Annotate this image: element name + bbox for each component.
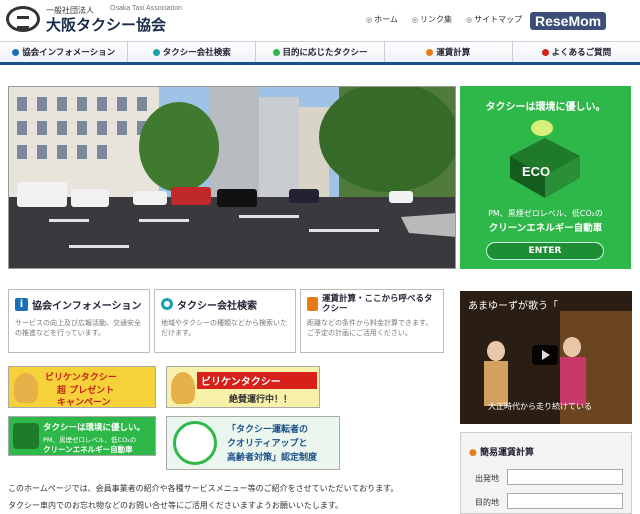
banner1-line3: キャンペーン: [57, 395, 111, 408]
nav-item-faq[interactable]: よくあるご質問: [513, 42, 640, 62]
top-links: ホーム リンク集 サイトマップ: [366, 14, 522, 25]
banner-biliken-campaign[interactable]: ビリケンタクシー 超 プレゼント キャンペーン: [8, 366, 156, 408]
card-company-search[interactable]: タクシー会社検索 地域やタクシーの種類などから検索いただけます。: [154, 289, 296, 353]
intro-line1: このホームページでは、会員事業者の紹介や各種サービスメニュー等のご紹介をさせてい…: [8, 480, 448, 497]
to-input[interactable]: [507, 493, 623, 509]
banner3-line3: クリーンエネルギー自動車: [43, 444, 133, 455]
org-name-english: Osaka Taxi Association: [110, 5, 182, 12]
video-player[interactable]: あまゆーずが歌う「 大正時代から走り続けている: [460, 291, 632, 424]
banner-quality-certification[interactable]: 「タクシー運転者の クオリティアップと 高齢者対策」認定制度: [166, 416, 340, 470]
nav-item-fare-calc[interactable]: 運賃計算: [385, 42, 513, 62]
eco-enter-button[interactable]: ENTER: [486, 242, 604, 260]
eco-line1: PM、黒煙ゼロレベル、低CO₂の: [460, 208, 631, 219]
card-fare-title: 運賃計算・ここから呼べるタクシー: [322, 294, 437, 314]
hero-street-photo: [8, 86, 456, 269]
banner4-line1: 「タクシー運転者の: [227, 422, 308, 435]
global-nav: 協会インフォメーション タクシー会社検索 目的に応じたタクシー 運賃計算 よくあ…: [0, 41, 640, 65]
certification-seal-icon: [173, 421, 217, 465]
watermark-logo: ReseMom: [530, 12, 606, 30]
bullet-icon: [12, 49, 19, 56]
from-label: 出発地: [475, 473, 499, 484]
quick-fare-calculator: ● 簡易運賃計算 出発地 目的地: [460, 432, 632, 514]
banner4-line3: 高齢者対策」認定制度: [227, 450, 317, 463]
intro-text: このホームページでは、会員事業者の紹介や各種サービスメニュー等のご紹介をさせてい…: [8, 480, 448, 514]
banner1-line1: ビリケンタクシー: [45, 370, 117, 383]
fare-title: ● 簡易運賃計算: [469, 445, 534, 458]
banner-eco-small[interactable]: タクシーは環境に優しい。 PM、黒煙ゼロレベル、低CO₂の クリーンエネルギー自…: [8, 416, 156, 456]
eco-leaf-icon: [13, 423, 39, 449]
banner-biliken-running[interactable]: ビリケンタクシー 絶賛運行中！！: [166, 366, 320, 408]
from-input[interactable]: [507, 469, 623, 485]
eco-title: タクシーは環境に優しい。: [460, 98, 631, 113]
nav-item-info[interactable]: 協会インフォメーション: [0, 42, 128, 62]
top-link-links[interactable]: リンク集: [412, 14, 452, 25]
top-link-sitemap[interactable]: サイトマップ: [466, 14, 522, 25]
eco-line2: クリーンエネルギー自動車: [460, 220, 631, 234]
banner3-line2: PM、黒煙ゼロレベル、低CO₂の: [43, 434, 136, 444]
banner2-line1: ビリケンタクシー: [197, 372, 317, 389]
info-icon: i: [15, 298, 28, 311]
bullet-icon: [273, 49, 280, 56]
magnifier-icon: [161, 298, 173, 310]
eco-badge-text: ECO: [522, 164, 550, 179]
card-info[interactable]: i 協会インフォメーション サービスの向上及び広報活動、交通安全の推進などを行って…: [8, 289, 150, 353]
banner2-line2: 絶賛運行中！！: [229, 392, 292, 405]
biliken-icon: [14, 373, 38, 403]
calculator-icon: [307, 297, 318, 311]
top-link-home[interactable]: ホーム: [366, 14, 398, 25]
nav-item-purpose-taxi[interactable]: 目的に応じたタクシー: [256, 42, 384, 62]
banner4-line2: クオリティアップと: [227, 436, 307, 449]
play-icon[interactable]: [532, 345, 558, 365]
card-search-title: タクシー会社検索: [177, 297, 257, 312]
banner3-line1: タクシーは環境に優しい。: [43, 421, 145, 433]
video-title: あまゆーずが歌う「: [468, 297, 558, 312]
nav-item-company-search[interactable]: タクシー会社検索: [128, 42, 256, 62]
to-label: 目的地: [475, 497, 499, 508]
bullet-icon: [153, 49, 160, 56]
video-caption: 大正時代から走り続けている: [488, 401, 592, 412]
eco-leaf-icon: ECO: [500, 116, 590, 204]
site-header: 一般社団法人 大阪タクシー協会 Osaka Taxi Association ホ…: [0, 0, 640, 40]
org-name[interactable]: 大阪タクシー協会: [46, 14, 166, 35]
intro-line2: タクシー車内でのお忘れ物などのお問い合せ等にご活用くださいますようお願いいたしま…: [8, 497, 448, 514]
bullet-icon: [426, 49, 433, 56]
street-scene-image: [9, 87, 456, 269]
card-info-desc: サービスの向上及び広報活動、交通安全の推進などを行っています。: [15, 318, 143, 338]
eco-promo-banner[interactable]: タクシーは環境に優しい。 ECO PM、黒煙ゼロレベル、低CO₂の クリーンエネ…: [460, 86, 631, 269]
bullet-icon: ●: [469, 448, 477, 458]
card-search-desc: 地域やタクシーの種類などから検索いただけます。: [161, 318, 289, 338]
association-logo-icon[interactable]: [6, 6, 40, 32]
card-fare-calc[interactable]: 運賃計算・ここから呼べるタクシー 距離などの条件から料金計算できます。ご予定の計…: [300, 289, 444, 353]
biliken-icon: [171, 372, 195, 404]
bullet-icon: [542, 49, 549, 56]
card-fare-desc: 距離などの条件から料金計算できます。ご予定の計画にご活用ください。: [307, 318, 437, 338]
card-info-title: 協会インフォメーション: [32, 297, 142, 312]
